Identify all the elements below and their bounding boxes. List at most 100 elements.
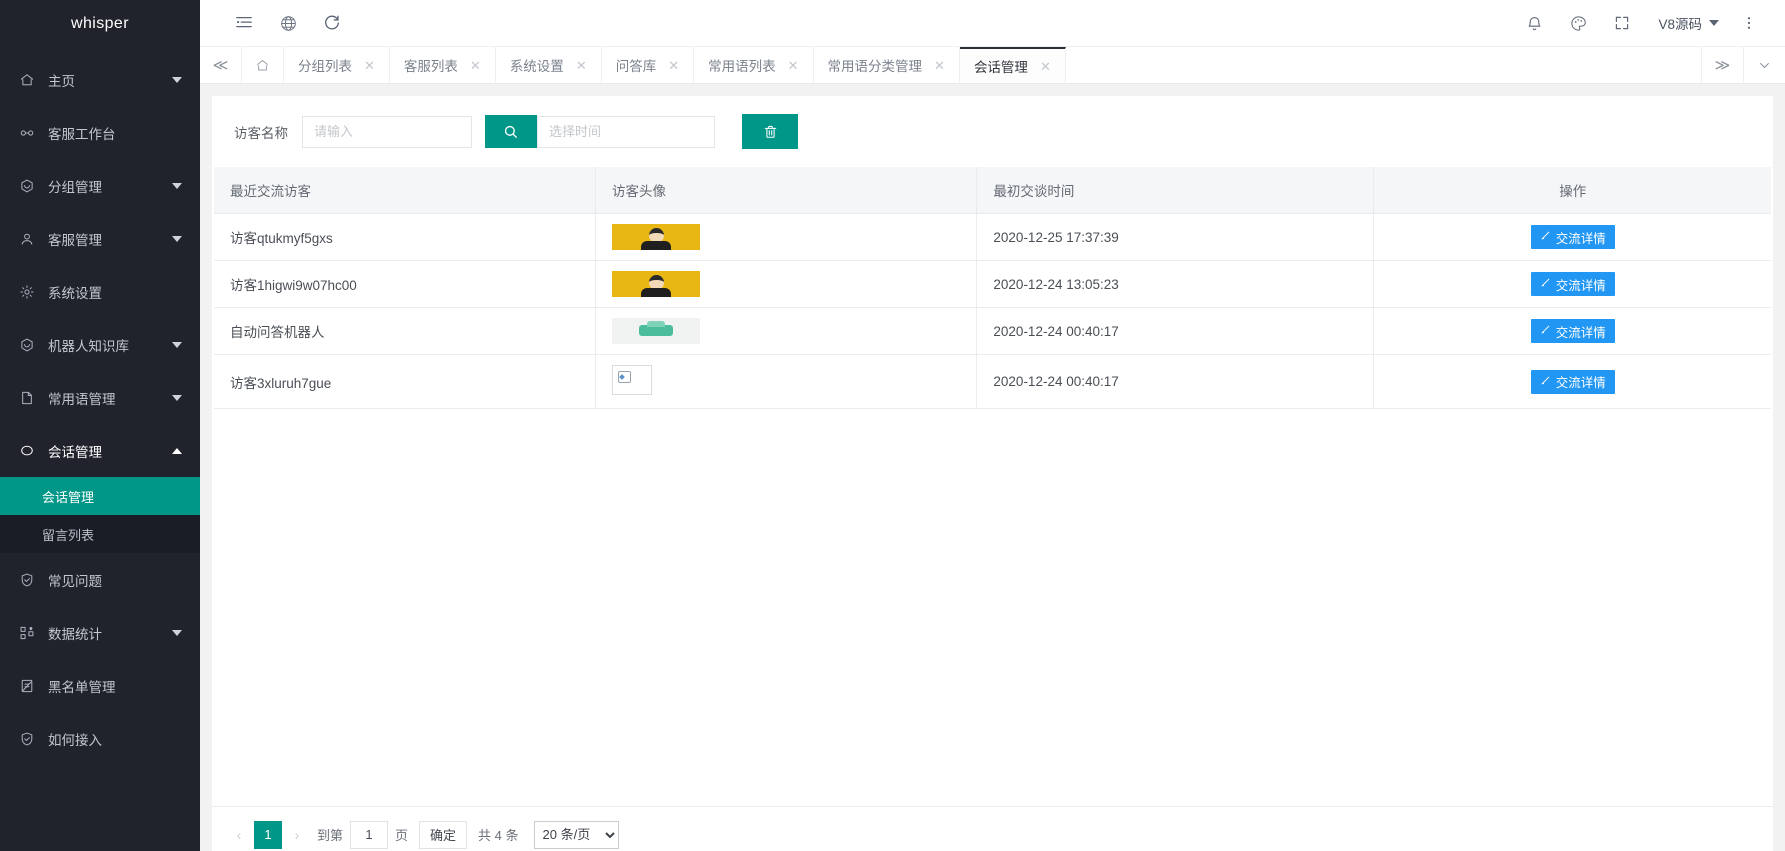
- palette-icon[interactable]: [1556, 0, 1600, 46]
- tab-close-icon[interactable]: ✕: [788, 59, 799, 72]
- trash-icon: [763, 124, 778, 140]
- chart-icon: [17, 623, 37, 643]
- sidebar-item-2[interactable]: 分组管理: [0, 159, 200, 212]
- sidebar-item-0[interactable]: 主页: [0, 53, 200, 106]
- sidebar-item-5[interactable]: 机器人知识库: [0, 318, 200, 371]
- tab-3[interactable]: 问答库 ✕: [602, 47, 694, 83]
- tab-dropdown-icon[interactable]: [1743, 47, 1785, 83]
- chat-detail-button[interactable]: 交流详情: [1531, 370, 1615, 394]
- top-bar: V8源码: [200, 0, 1785, 47]
- sidebar-subitem-1[interactable]: 留言列表: [0, 515, 200, 553]
- column-header-1: 访客头像: [595, 167, 976, 214]
- visitor-name-cell: 自动问答机器人: [214, 308, 595, 355]
- sidebar-item-4[interactable]: 系统设置: [0, 265, 200, 318]
- tab-close-icon[interactable]: ✕: [364, 59, 375, 72]
- tab-close-icon[interactable]: ✕: [934, 59, 945, 72]
- total-count-label: 共 4 条: [478, 825, 518, 844]
- sidebar-item-label: 常见问题: [48, 570, 182, 590]
- table-row: 访客3xluruh7gue2020-12-24 00:40:17交流详情: [214, 355, 1771, 409]
- refresh-icon[interactable]: [310, 0, 354, 46]
- pencil-icon: [1540, 230, 1551, 244]
- globe-icon[interactable]: [266, 0, 310, 46]
- user-icon: [17, 229, 37, 249]
- gear-icon: [17, 282, 37, 302]
- sidebar-item-6[interactable]: 常用语管理: [0, 371, 200, 424]
- sidebar-item-3[interactable]: 客服管理: [0, 212, 200, 265]
- sidebar: whisper 主页客服工作台分组管理客服管理系统设置机器人知识库常用语管理会话…: [0, 0, 200, 851]
- user-menu[interactable]: V8源码: [1644, 13, 1727, 33]
- double-chevron-right-icon[interactable]: ≫: [1701, 47, 1743, 83]
- sidebar-item-label: 机器人知识库: [48, 335, 164, 355]
- menu-fold-icon[interactable]: [222, 0, 266, 46]
- sidebar-item-7[interactable]: 会话管理: [0, 424, 200, 477]
- first-chat-time-cell: 2020-12-24 00:40:17: [977, 308, 1374, 355]
- chat-detail-button[interactable]: 交流详情: [1531, 319, 1615, 343]
- visitor-name-input[interactable]: [302, 116, 472, 148]
- action-cell: 交流详情: [1374, 214, 1771, 261]
- sidebar-item-label: 会话管理: [48, 441, 164, 461]
- tab-close-icon[interactable]: ✕: [1040, 60, 1051, 73]
- tab-label: 客服列表: [404, 55, 458, 75]
- session-card: 访客名称: [212, 96, 1773, 851]
- tab-6[interactable]: 会话管理 ✕: [960, 47, 1066, 83]
- chat-detail-button[interactable]: 交流详情: [1531, 225, 1615, 249]
- sidebar-item-1[interactable]: 客服工作台: [0, 106, 200, 159]
- column-header-0: 最近交流访客: [214, 167, 595, 214]
- goto-page-input[interactable]: [350, 821, 388, 849]
- table-row: 访客1higwi9w07hc002020-12-24 13:05:23交流详情: [214, 261, 1771, 308]
- tab-list: 分组列表✕客服列表✕系统设置✕问答库✕常用语列表✕常用语分类管理✕会话管理✕: [284, 47, 1701, 83]
- visitor-avatar-cell: [595, 308, 976, 355]
- bell-icon[interactable]: [1512, 0, 1556, 46]
- main-area: V8源码 ≪ 分组列表✕客服列表✕系统设置✕问答库✕常用语列表✕常用语分类管理✕…: [200, 0, 1785, 851]
- sidebar-item-label: 客服管理: [48, 229, 164, 249]
- sidebar-submenu: 会话管理留言列表: [0, 477, 200, 553]
- chat-icon: [17, 441, 37, 461]
- tab-label: 系统设置: [510, 55, 564, 75]
- home-icon: [17, 70, 37, 90]
- pagination-page-1[interactable]: 1: [254, 821, 282, 849]
- more-vertical-icon[interactable]: [1727, 0, 1771, 46]
- page-size-select[interactable]: 10 条/页20 条/页50 条/页100 条/页: [534, 821, 619, 849]
- tab-close-icon[interactable]: ✕: [576, 59, 587, 72]
- pagination-next-button[interactable]: ›: [284, 821, 310, 849]
- avatar-person-image: [612, 224, 700, 250]
- chat-detail-button[interactable]: 交流详情: [1531, 272, 1615, 296]
- delete-button[interactable]: [742, 114, 798, 149]
- sessions-table: 最近交流访客访客头像最初交谈时间操作 访客qtukmyf5gxs2020-12-…: [214, 167, 1771, 409]
- goto-prefix-label: 到第: [317, 825, 343, 844]
- sidebar-subitem-0[interactable]: 会话管理: [0, 477, 200, 515]
- pagination-prev-button[interactable]: ‹: [226, 821, 252, 849]
- tab-4[interactable]: 常用语列表✕: [694, 47, 813, 83]
- double-chevron-left-icon[interactable]: ≪: [200, 47, 242, 83]
- tab-home-button[interactable]: [242, 47, 284, 83]
- chevron-down-icon: [172, 183, 182, 189]
- sidebar-item-10[interactable]: 黑名单管理: [0, 659, 200, 712]
- pencil-icon: [1540, 324, 1551, 338]
- chat-detail-button-label: 交流详情: [1556, 275, 1606, 294]
- goto-confirm-button[interactable]: 确定: [419, 821, 467, 849]
- sidebar-item-label: 主页: [48, 70, 164, 90]
- tab-close-icon[interactable]: ✕: [470, 59, 481, 72]
- cube-icon: [17, 176, 37, 196]
- tab-0[interactable]: 分组列表 ✕: [284, 47, 390, 83]
- tab-1[interactable]: 客服列表 ✕: [390, 47, 496, 83]
- tab-5[interactable]: 常用语分类管理✕: [814, 47, 960, 83]
- tab-label: 分组列表: [298, 55, 352, 75]
- fullscreen-icon[interactable]: [1600, 0, 1644, 46]
- sidebar-nav: 主页客服工作台分组管理客服管理系统设置机器人知识库常用语管理会话管理会话管理留言…: [0, 47, 200, 765]
- user-menu-label: V8源码: [1658, 13, 1702, 33]
- time-range-input[interactable]: [537, 116, 715, 148]
- sidebar-item-11[interactable]: 如何接入: [0, 712, 200, 765]
- avatar-person-image: [612, 271, 700, 297]
- tab-label: 会话管理: [974, 56, 1028, 76]
- search-button[interactable]: [485, 115, 537, 148]
- tab-close-icon[interactable]: ✕: [668, 59, 679, 72]
- sidebar-item-label: 黑名单管理: [48, 676, 182, 696]
- tab-label: 问答库: [616, 55, 657, 75]
- sidebar-item-label: 分组管理: [48, 176, 164, 196]
- sidebar-item-8[interactable]: 常见问题: [0, 553, 200, 606]
- sidebar-item-9[interactable]: 数据统计: [0, 606, 200, 659]
- tab-2[interactable]: 系统设置 ✕: [496, 47, 602, 83]
- first-chat-time-cell: 2020-12-25 17:37:39: [977, 214, 1374, 261]
- shield-check-icon: [17, 729, 37, 749]
